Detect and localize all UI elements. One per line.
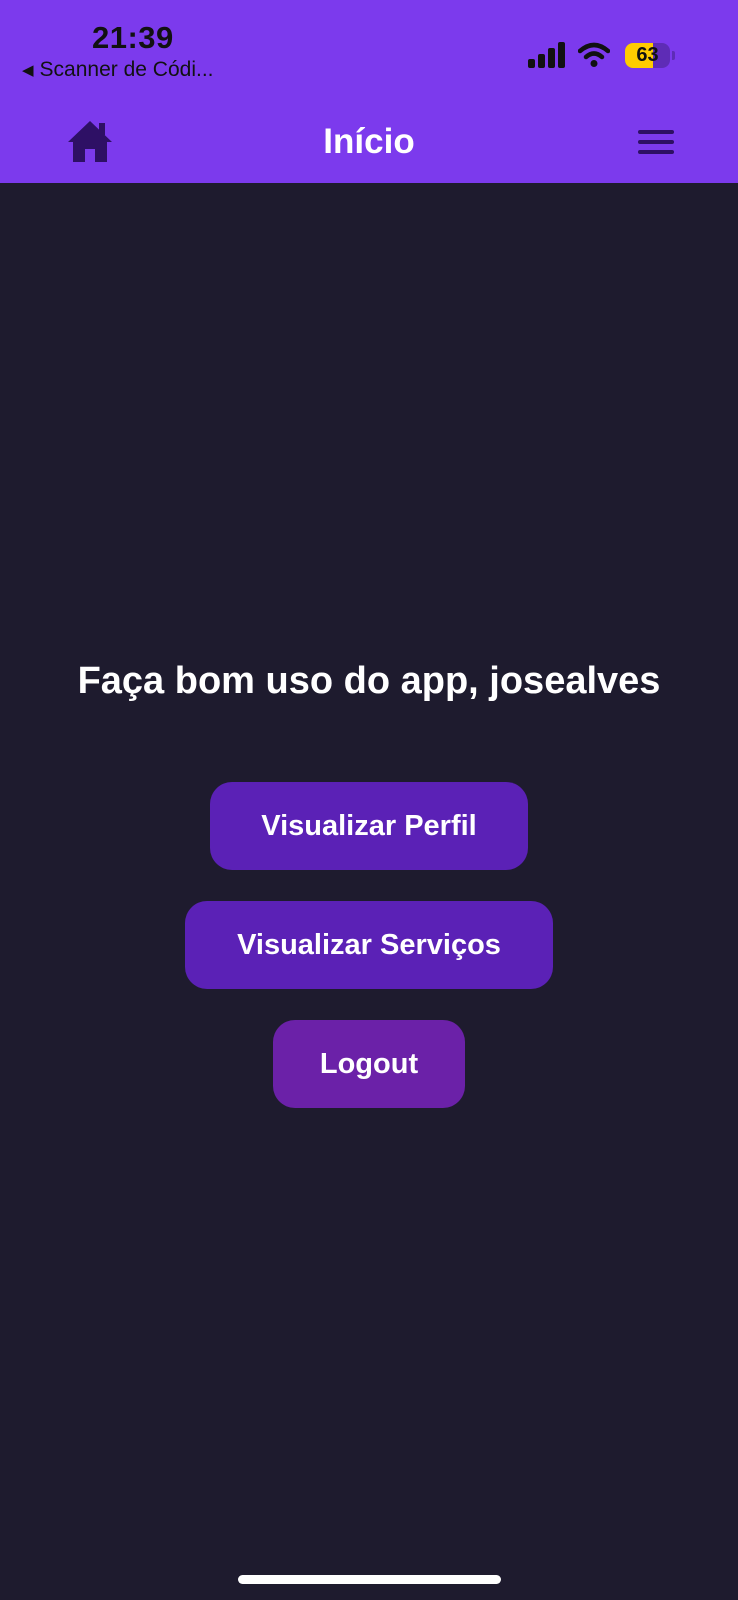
back-arrow-icon: ◀ [22,62,34,79]
view-services-button[interactable]: Visualizar Serviços [185,901,553,989]
page-title: Início [323,122,415,161]
battery-level: 63 [636,44,659,66]
back-to-app-link[interactable]: ◀ Scanner de Códi... [22,58,213,82]
status-time: 21:39 [92,20,174,55]
logout-button[interactable]: Logout [273,1020,465,1108]
hamburger-menu-icon[interactable] [636,124,676,160]
view-profile-button[interactable]: Visualizar Perfil [210,782,528,870]
battery-indicator: 63 [625,43,675,68]
home-indicator[interactable] [238,1575,501,1584]
app-header: 21:39 ◀ Scanner de Códi... 63 Início [0,0,738,183]
wifi-icon [578,42,610,67]
welcome-message: Faça bom uso do app, josealves [77,660,661,702]
cellular-signal-icon [528,42,565,68]
back-app-label: Scanner de Códi... [39,58,214,81]
